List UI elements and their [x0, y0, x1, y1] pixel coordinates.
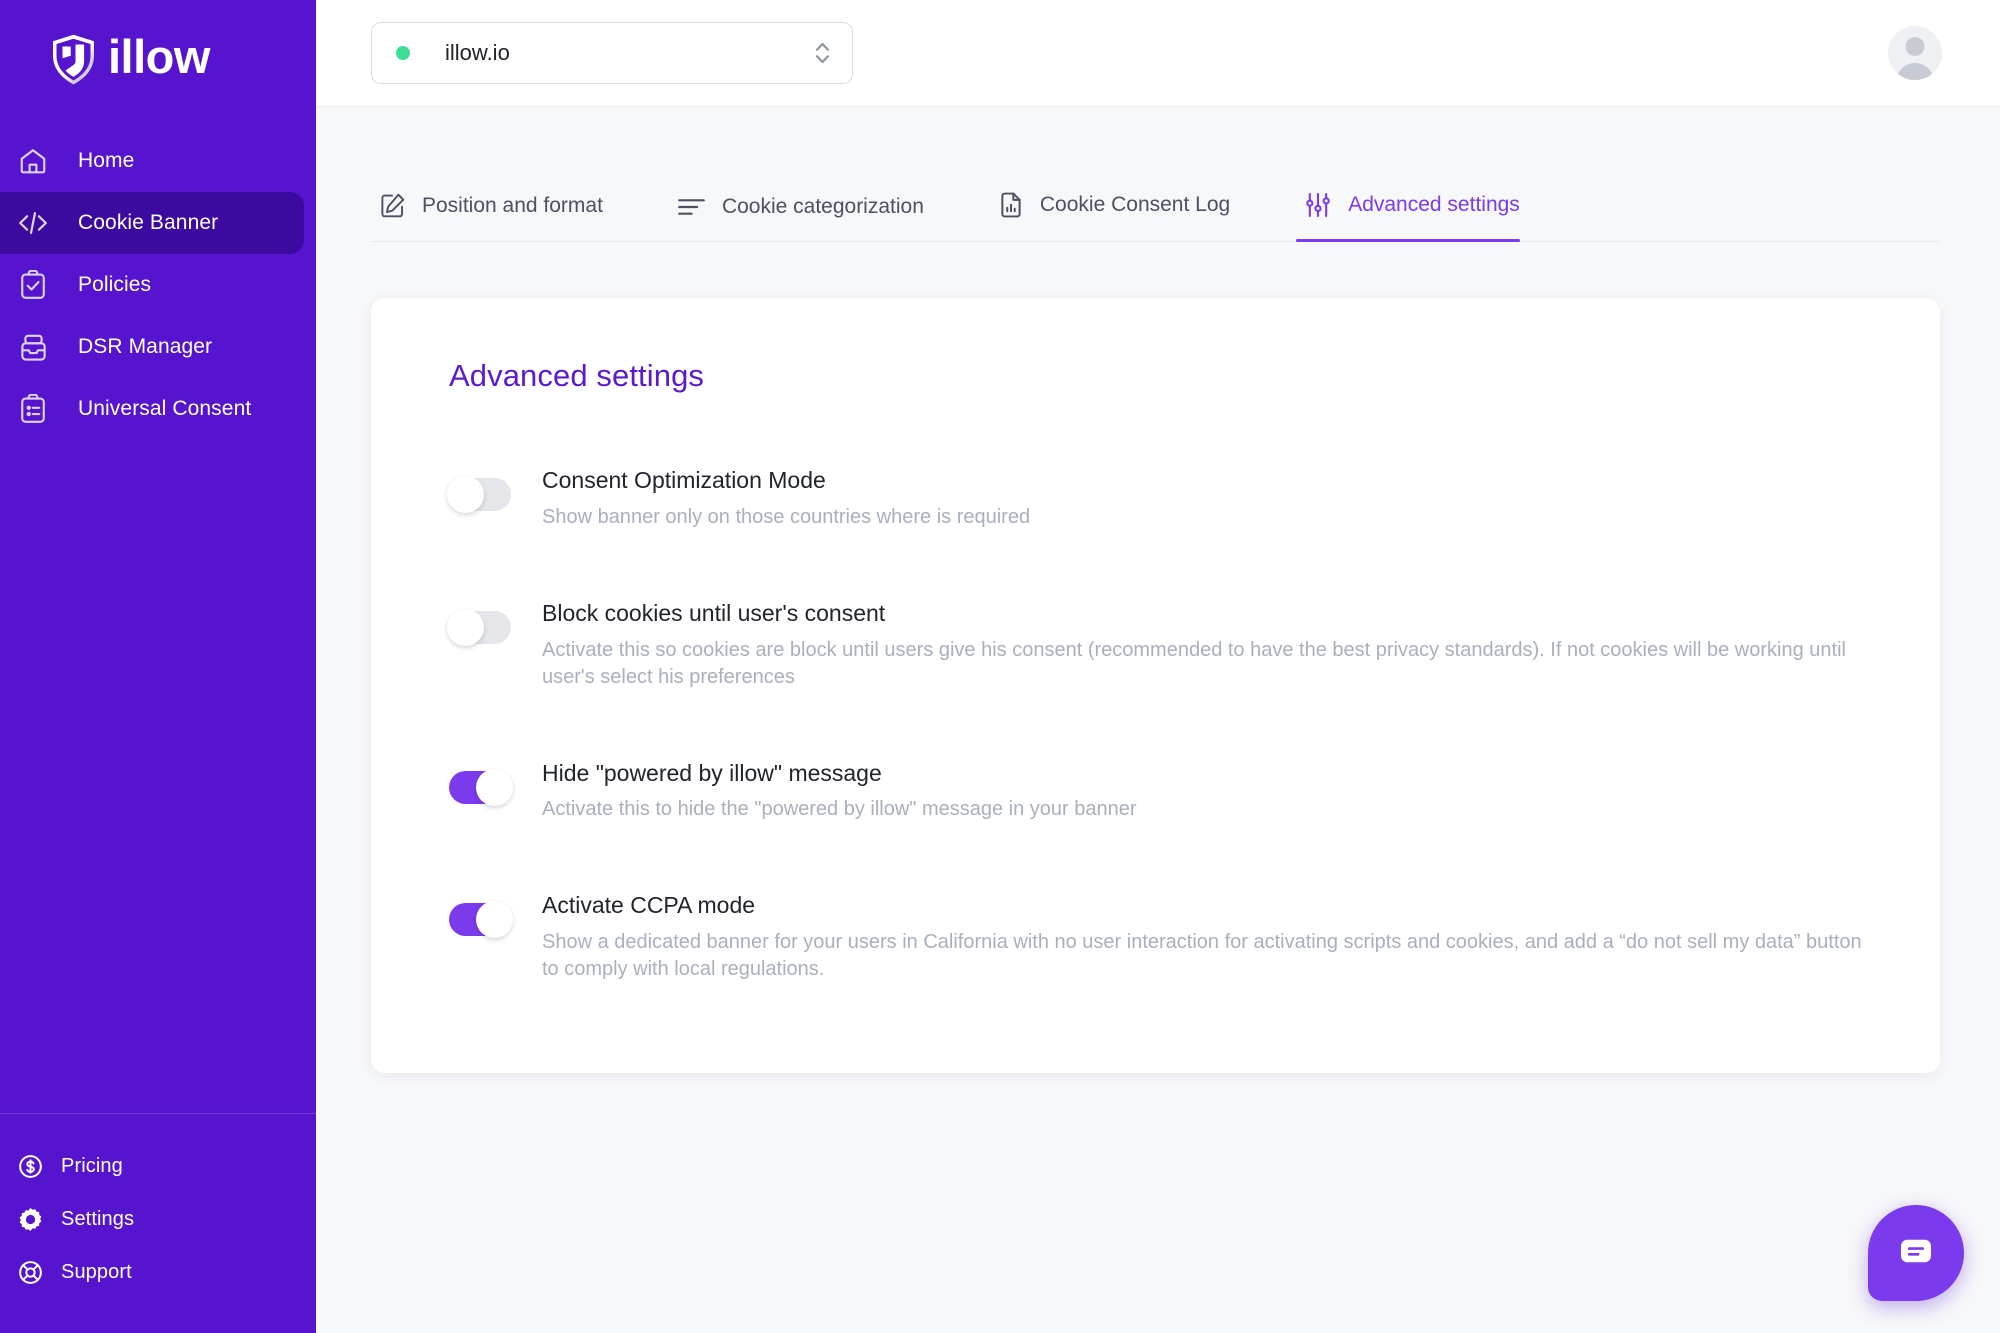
setting-description: Activate this so cookies are block until… [542, 638, 1846, 688]
brand-name: illow [108, 30, 210, 83]
sliders-icon [1304, 191, 1332, 219]
lifebuoy-icon [14, 1259, 47, 1286]
tab-cookie-consent-log[interactable]: Cookie Consent Log [990, 191, 1260, 241]
advanced-settings-card: Advanced settings Consent Optimization M… [371, 298, 1940, 1073]
sidebar-nav-footer: Pricing Settings Support [0, 1114, 316, 1333]
setting-description: Show banner only on those countries wher… [542, 505, 1031, 528]
toggle-consent-optimization-mode[interactable] [447, 476, 511, 513]
toggle-knob [447, 608, 484, 646]
toggle-hide-powered-by-illow[interactable] [449, 768, 513, 806]
home-icon [10, 146, 56, 176]
sidebar-item-label: DSR Manager [78, 335, 213, 358]
toggle-knob [476, 901, 513, 939]
avatar-head [1905, 37, 1925, 56]
code-icon [10, 208, 56, 238]
tab-label: Advanced settings [1348, 193, 1520, 216]
sidebar-item-label: Home [78, 149, 135, 172]
dollar-circle-icon [14, 1153, 47, 1180]
user-avatar-icon[interactable] [1888, 26, 1942, 80]
tab-label: Cookie categorization [721, 195, 924, 218]
clipboard-check-icon [10, 270, 56, 300]
sidebar-item-policies[interactable]: Policies [0, 254, 304, 316]
setting-description: Show a dedicated banner for your users i… [542, 931, 1862, 980]
toggle-knob [476, 768, 513, 806]
avatar-body [1896, 63, 1934, 80]
site-selector[interactable]: illow.io [371, 22, 853, 84]
sidebar-item-universal-consent[interactable]: Universal Consent [0, 378, 304, 440]
status-dot-icon [396, 46, 410, 60]
chevron-updown-icon[interactable] [813, 38, 832, 68]
setting-text: Consent Optimization Mode Show banner on… [542, 466, 1878, 531]
document-chart-icon [998, 191, 1024, 219]
setting-text: Hide "powered by illow" message Activate… [542, 759, 1878, 824]
toggle-knob [447, 476, 484, 513]
setting-text: Block cookies until user's consent Activ… [542, 599, 1878, 691]
app-root: illow Home Cookie Banner Policies DSR Ma… [0, 0, 2000, 1333]
setting-description: Activate this to hide the "powered by il… [542, 798, 1137, 821]
setting-row-consent-optimization-mode: Consent Optimization Mode Show banner on… [447, 446, 1878, 557]
toggle-activate-ccpa-mode[interactable] [449, 901, 513, 939]
top-bar: illow.io [316, 0, 2000, 107]
tab-bar: Position and format Cookie categorizatio… [371, 107, 1940, 242]
edit-square-icon [379, 192, 406, 219]
setting-row-activate-ccpa-mode: Activate CCPA mode Show a dedicated bann… [449, 849, 1878, 1009]
setting-text: Activate CCPA mode Show a dedicated bann… [542, 891, 1878, 983]
content-area: Position and format Cookie categorizatio… [316, 107, 2000, 1333]
chat-support-button[interactable] [1868, 1205, 1964, 1301]
toggle-block-cookies-until-consent[interactable] [447, 608, 511, 646]
clipboard-list-icon [10, 394, 56, 424]
sidebar-item-cookie-banner[interactable]: Cookie Banner [0, 192, 304, 254]
setting-label: Block cookies until user's consent [542, 599, 886, 626]
setting-row-hide-powered-by-illow: Hide "powered by illow" message Activate… [449, 717, 1878, 850]
sidebar-item-label: Universal Consent [78, 397, 252, 420]
sidebar-item-label: Support [61, 1261, 132, 1283]
tab-advanced-settings[interactable]: Advanced settings [1296, 191, 1550, 242]
sidebar-item-dsr-manager[interactable]: DSR Manager [0, 316, 304, 378]
gear-icon [14, 1206, 47, 1233]
tab-label: Position and format [422, 193, 603, 217]
tab-cookie-categorization[interactable]: Cookie categorization [669, 195, 954, 241]
sidebar-item-label: Policies [78, 273, 152, 296]
inbox-icon [10, 332, 56, 362]
sidebar-item-home[interactable]: Home [0, 130, 304, 192]
sidebar: illow Home Cookie Banner Policies DSR Ma… [0, 0, 316, 1333]
setting-label: Consent Optimization Mode [542, 467, 826, 493]
setting-label: Hide "powered by illow" message [542, 759, 882, 786]
sidebar-item-settings[interactable]: Settings [0, 1193, 304, 1246]
chat-bubble-icon [1896, 1231, 1936, 1276]
sidebar-item-label: Cookie Banner [78, 211, 219, 234]
site-selector-value: illow.io [445, 40, 510, 65]
page-title: Advanced settings [449, 358, 705, 393]
sidebar-item-support[interactable]: Support [0, 1246, 304, 1299]
sidebar-item-label: Settings [61, 1208, 135, 1230]
setting-row-block-cookies-until-consent: Block cookies until user's consent Activ… [447, 557, 1878, 717]
sidebar-item-pricing[interactable]: Pricing [0, 1140, 304, 1193]
list-lines-icon [677, 195, 706, 219]
shield-logo-icon [50, 34, 97, 85]
sidebar-nav-primary: Home Cookie Banner Policies DSR Manager … [0, 130, 316, 440]
tab-position-and-format[interactable]: Position and format [371, 192, 633, 241]
brand-logo[interactable]: illow [0, 0, 316, 118]
setting-label: Activate CCPA mode [542, 892, 756, 919]
tab-label: Cookie Consent Log [1039, 193, 1231, 216]
main-area: illow.io Position and format Cookie cate… [316, 0, 2000, 1333]
sidebar-item-label: Pricing [61, 1155, 123, 1177]
